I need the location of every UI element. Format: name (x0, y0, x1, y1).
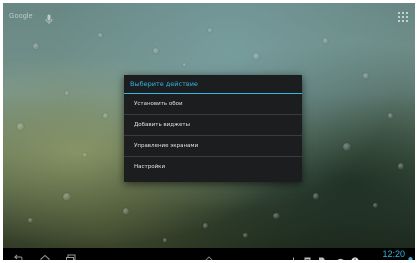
settings-item[interactable]: Настройки (124, 157, 302, 178)
back-icon[interactable] (11, 249, 23, 260)
gallery-icon[interactable] (304, 250, 311, 260)
dialog-title: Выберите действие (124, 75, 302, 94)
microphone-icon[interactable] (43, 10, 55, 24)
usb-icon[interactable] (290, 250, 297, 260)
recent-apps-icon[interactable] (65, 249, 77, 260)
add-widgets-item[interactable]: Добавить виджеты (124, 115, 302, 136)
sd-card-icon[interactable] (318, 250, 325, 260)
system-bar: 12:20 (3, 248, 415, 260)
status-clock: 12:20 (382, 249, 405, 259)
home-icon[interactable] (39, 249, 51, 260)
menu-up-icon[interactable] (203, 249, 215, 260)
manage-screens-item[interactable]: Управление экранами (124, 136, 302, 157)
all-apps-icon[interactable] (397, 8, 409, 22)
set-wallpaper-item[interactable]: Установить обои (124, 94, 302, 115)
info-icon (351, 250, 359, 260)
search-bar[interactable]: Google (9, 9, 55, 24)
google-search-label[interactable]: Google (9, 13, 33, 20)
home-screen: Google Выберите действие Установить обои… (3, 3, 415, 260)
wifi-icon (337, 250, 344, 260)
action-dialog: Выберите действие Установить обои Добави… (124, 75, 302, 182)
battery-icon (408, 250, 413, 260)
